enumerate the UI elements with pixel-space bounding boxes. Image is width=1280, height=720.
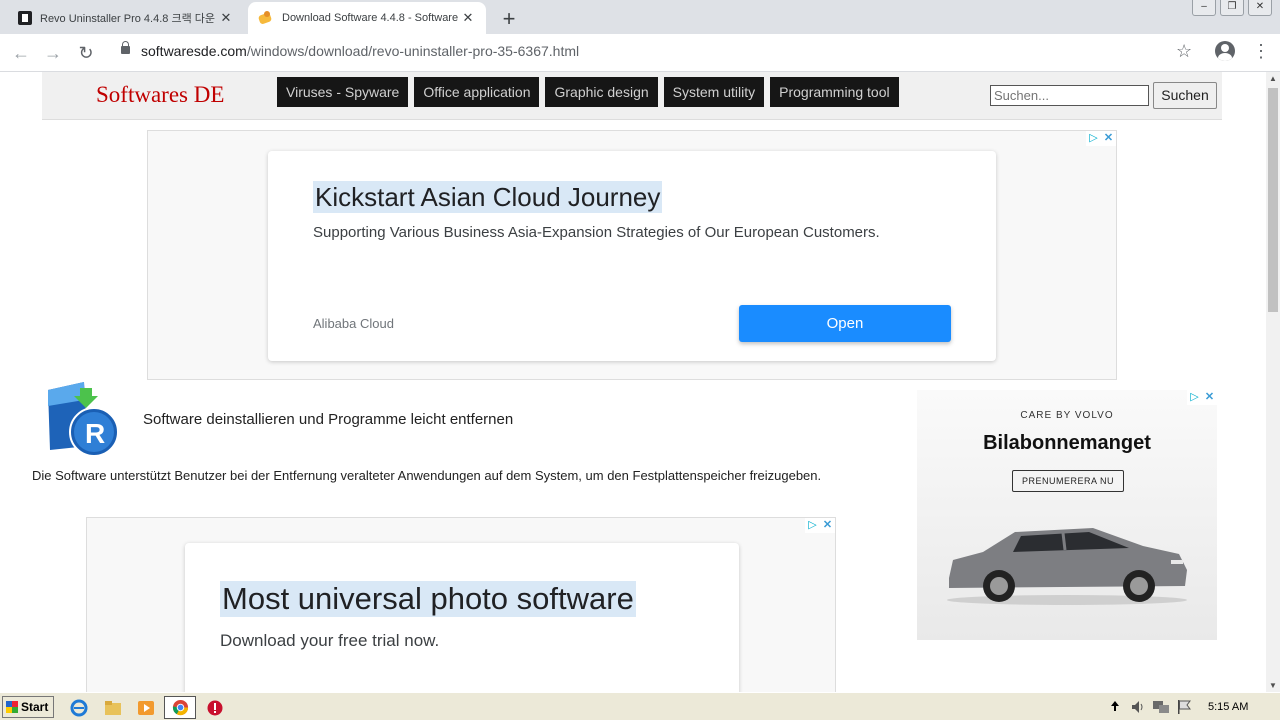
- tab-title: Revo Uninstaller Pro 4.4.8 크랙 다운: [40, 13, 215, 25]
- network-icon[interactable]: [1152, 699, 1170, 715]
- revo-uninstaller-logo-icon: R: [48, 382, 119, 457]
- ad-banner-top[interactable]: ▷ ✕ Kickstart Asian Cloud Journey Suppor…: [147, 130, 1117, 380]
- tab-revo-uninstaller[interactable]: Revo Uninstaller Pro 4.4.8 크랙 다운 ✕: [8, 2, 244, 34]
- chrome-icon: [172, 699, 189, 716]
- ad-card[interactable]: Most universal photo software Download y…: [185, 543, 739, 692]
- nav-item-programming-tool[interactable]: Programming tool: [770, 77, 899, 107]
- tab-download-software[interactable]: Download Software 4.4.8 - Software ✕: [248, 2, 486, 34]
- search-button[interactable]: Suchen: [1153, 82, 1217, 109]
- ad-banner-middle[interactable]: ▷ ✕ Most universal photo software Downlo…: [86, 517, 836, 692]
- page-scrollbar[interactable]: ▲ ▼: [1266, 72, 1280, 692]
- url-path: /windows/download/revo-uninstaller-pro-3…: [246, 43, 580, 59]
- ad-close-icon[interactable]: ✕: [820, 518, 835, 533]
- close-tab-icon[interactable]: ✕: [218, 10, 234, 26]
- ad-headline[interactable]: Kickstart Asian Cloud Journey: [313, 181, 663, 213]
- folder-icon[interactable]: [104, 699, 122, 717]
- new-tab-button[interactable]: +: [498, 6, 520, 32]
- minimize-button[interactable]: –: [1192, 0, 1216, 16]
- ad-close-icon[interactable]: ✕: [1202, 390, 1217, 405]
- window-controls: – ❐ ✕: [1192, 0, 1272, 16]
- url-host: softwaresde.com: [141, 43, 247, 59]
- ad-subscribe-button[interactable]: PRENUMERERA NU: [1012, 470, 1124, 492]
- taskbar-clock[interactable]: 5:15 AM: [1208, 701, 1248, 713]
- scroll-thumb[interactable]: [1268, 88, 1278, 312]
- site-logo[interactable]: Softwares DE: [96, 82, 224, 108]
- ad-choices: ▷ ✕: [1187, 390, 1217, 405]
- back-arrow-icon[interactable]: ←: [10, 42, 32, 64]
- nav-item-graphic-design[interactable]: Graphic design: [545, 77, 658, 107]
- ad-card[interactable]: Kickstart Asian Cloud Journey Supporting…: [268, 151, 996, 361]
- start-button[interactable]: Start: [2, 696, 54, 718]
- nav-item-viruses-spyware[interactable]: Viruses - Spyware: [277, 77, 409, 107]
- internet-explorer-icon[interactable]: [70, 699, 88, 717]
- forward-arrow-icon[interactable]: →: [42, 42, 64, 64]
- system-tray: [1104, 695, 1280, 719]
- volume-icon[interactable]: [1130, 699, 1146, 715]
- action-center-flag-icon[interactable]: [1176, 699, 1192, 715]
- ad-headline[interactable]: Most universal photo software: [220, 581, 636, 617]
- svg-text:R: R: [85, 418, 105, 449]
- lock-icon: [121, 41, 130, 54]
- ad-choices: ▷ ✕: [805, 518, 835, 533]
- nav-item-system-utility[interactable]: System utility: [663, 77, 765, 107]
- ad-choices: ▷ ✕: [1086, 131, 1116, 146]
- ad-description: Download your free trial now.: [220, 631, 440, 650]
- ad-brand: Alibaba Cloud: [313, 316, 394, 331]
- close-window-button[interactable]: ✕: [1248, 0, 1272, 16]
- profile-icon[interactable]: [1215, 41, 1235, 61]
- ad-banner-side[interactable]: ▷ ✕ CARE BY VOLVO Bilabonnemanget PRENUM…: [917, 390, 1217, 640]
- restore-button[interactable]: ❐: [1220, 0, 1244, 16]
- chrome-taskbar-button[interactable]: [164, 696, 196, 719]
- software-description: Die Software unterstützt Benutzer bei de…: [32, 468, 822, 483]
- media-player-icon[interactable]: [137, 699, 155, 717]
- star-icon[interactable]: ☆: [1176, 41, 1192, 62]
- windows-taskbar: Start 5:15 AM: [0, 692, 1280, 720]
- ad-kicker: CARE BY VOLVO: [1020, 410, 1114, 421]
- nav-item-office-application[interactable]: Office application: [414, 77, 540, 107]
- reload-icon[interactable]: ↻: [75, 42, 97, 64]
- web-page: Softwares DE Viruses - Spyware Office ap…: [0, 72, 1266, 692]
- close-tab-icon[interactable]: ✕: [460, 10, 476, 26]
- ad-choices-icon[interactable]: ▷: [1187, 390, 1202, 405]
- anyrun-watermark: ANY RUN: [1038, 684, 1242, 692]
- address-bar[interactable]: softwaresde.com/windows/download/revo-un…: [141, 43, 579, 59]
- car-image: [947, 528, 1187, 605]
- tab-strip: Revo Uninstaller Pro 4.4.8 크랙 다운 ✕ Downl…: [0, 0, 1280, 34]
- ad-choices-icon[interactable]: ▷: [805, 518, 820, 533]
- main-nav: Viruses - Spyware Office application Gra…: [277, 77, 899, 107]
- site-favicon-icon: [258, 10, 274, 26]
- ad-choices-icon[interactable]: ▷: [1086, 131, 1101, 146]
- ad-close-icon[interactable]: ✕: [1101, 131, 1116, 146]
- ad-open-button[interactable]: Open: [739, 305, 951, 342]
- ad-title: Bilabonnemanget: [983, 432, 1151, 454]
- site-header: Softwares DE Viruses - Spyware Office ap…: [42, 72, 1222, 120]
- scroll-up-arrow-icon[interactable]: ▲: [1266, 74, 1280, 83]
- ad-description: Supporting Various Business Asia-Expansi…: [313, 224, 880, 241]
- software-tagline: Software deinstallieren und Programme le…: [143, 411, 514, 428]
- kebab-menu-icon[interactable]: ⋮: [1252, 41, 1270, 61]
- tab-title: Download Software 4.4.8 - Software: [282, 12, 459, 24]
- tray-expand-icon[interactable]: [1110, 700, 1120, 712]
- search-input[interactable]: [990, 85, 1149, 106]
- scroll-down-arrow-icon[interactable]: ▼: [1266, 681, 1280, 690]
- stop-sign-icon[interactable]: [206, 699, 224, 717]
- site-favicon-icon: [18, 11, 32, 25]
